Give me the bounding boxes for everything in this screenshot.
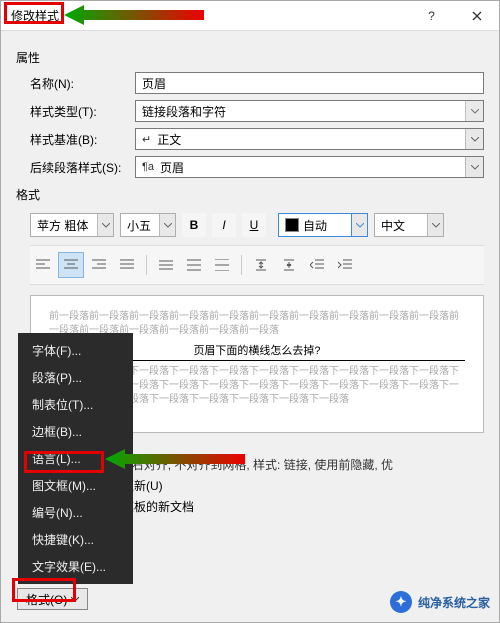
titlebar: 修改样式 ?	[1, 1, 499, 31]
help-button[interactable]: ?	[409, 1, 454, 31]
stylebase-label: 样式基准(B):	[30, 131, 125, 148]
menu-language[interactable]: 语言(L)...	[18, 445, 133, 472]
font-combo[interactable]: 苹方 粗体	[30, 213, 114, 237]
menu-numbering[interactable]: 编号(N)...	[18, 499, 133, 526]
align-justify-button[interactable]	[114, 252, 140, 278]
chevron-down-icon	[97, 214, 113, 236]
nextpara-label: 后续段落样式(S):	[30, 159, 125, 176]
font-value: 苹方 粗体	[37, 217, 88, 234]
paragraph-toolbar	[30, 245, 484, 285]
chevron-down-icon	[427, 214, 443, 236]
indent-decrease-button[interactable]	[304, 252, 330, 278]
close-button[interactable]	[454, 1, 499, 31]
chevron-down-icon	[159, 214, 175, 236]
chevron-down-icon	[465, 157, 483, 177]
menu-font[interactable]: 字体(F)...	[18, 337, 133, 364]
font-toolbar: 苹方 粗体 小五 B I U 自动 中文	[30, 209, 484, 241]
indent-increase-button[interactable]	[332, 252, 358, 278]
styletype-label: 样式类型(T):	[30, 103, 125, 120]
chevron-down-icon	[71, 597, 79, 602]
fontcolor-combo[interactable]: 自动	[278, 213, 368, 237]
styletype-combo[interactable]: 链接段落和字符	[135, 100, 484, 122]
nextpara-value: 页眉	[160, 159, 184, 176]
para-mark-icon: ¶a	[142, 161, 154, 173]
bold-button[interactable]: B	[182, 213, 206, 237]
stylebase-combo[interactable]: ↵ 正文	[135, 128, 484, 150]
italic-button[interactable]: I	[212, 213, 236, 237]
menu-shortcut[interactable]: 快捷键(K)...	[18, 526, 133, 553]
section-format: 格式	[16, 186, 484, 203]
para-mark-icon: ↵	[142, 133, 151, 146]
menu-border[interactable]: 边框(B)...	[18, 418, 133, 445]
chevron-down-icon	[351, 214, 367, 236]
format-button[interactable]: 格式(O)	[17, 588, 88, 610]
menu-paragraph[interactable]: 段落(P)...	[18, 364, 133, 391]
titlebar-buttons: ?	[409, 1, 499, 31]
underline-button[interactable]: U	[242, 213, 266, 237]
chevron-down-icon	[465, 129, 483, 149]
language-value: 中文	[381, 217, 405, 234]
fontsize-value: 小五	[127, 217, 151, 234]
align-left-button[interactable]	[30, 252, 56, 278]
chevron-down-icon	[465, 101, 483, 121]
menu-tabs[interactable]: 制表位(T)...	[18, 391, 133, 418]
watermark-logo-icon: ✦	[390, 591, 412, 613]
menu-frame[interactable]: 图文框(M)...	[18, 472, 133, 499]
menu-texteffect[interactable]: 文字效果(E)...	[18, 553, 133, 580]
spacing-decrease-button[interactable]	[276, 252, 302, 278]
color-swatch	[285, 218, 299, 232]
format-button-label: 格式(O)	[26, 591, 67, 608]
linespace-15-button[interactable]	[181, 252, 207, 278]
align-center-button[interactable]	[58, 252, 84, 278]
fontsize-combo[interactable]: 小五	[120, 213, 176, 237]
modify-style-dialog: 修改样式 ? 属性 名称(N): 样式类型(T): 链接段落和字符	[0, 0, 500, 623]
linespace-1-button[interactable]	[153, 252, 179, 278]
name-label: 名称(N):	[30, 75, 125, 92]
name-input[interactable]	[135, 72, 484, 94]
watermark: ✦ 纯净系统之家	[390, 591, 490, 613]
styletype-value: 链接段落和字符	[142, 103, 226, 120]
watermark-text: 纯净系统之家	[418, 594, 490, 611]
linespace-2-button[interactable]	[209, 252, 235, 278]
language-combo[interactable]: 中文	[374, 213, 444, 237]
align-right-button[interactable]	[86, 252, 112, 278]
spacing-increase-button[interactable]	[248, 252, 274, 278]
nextpara-combo[interactable]: ¶a 页眉	[135, 156, 484, 178]
dialog-title: 修改样式	[11, 7, 59, 24]
stylebase-value: 正文	[157, 131, 181, 148]
format-dropdown-menu: 字体(F)... 段落(P)... 制表位(T)... 边框(B)... 语言(…	[18, 333, 133, 584]
fontcolor-value: 自动	[303, 217, 327, 234]
section-properties: 属性	[16, 49, 484, 66]
